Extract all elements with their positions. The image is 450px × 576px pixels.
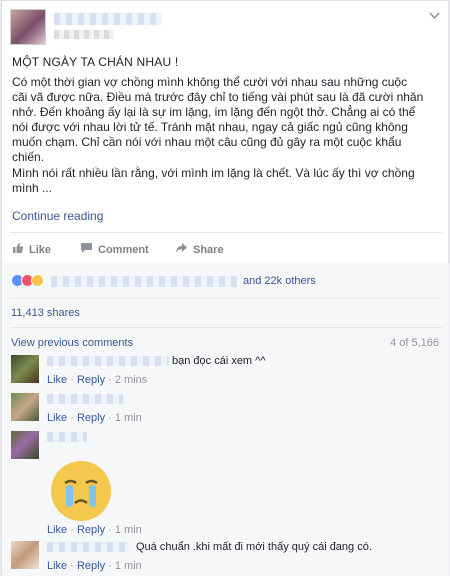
share-icon bbox=[175, 242, 193, 257]
view-previous-comments-link[interactable]: View previous comments bbox=[11, 337, 133, 349]
comment-meta: Like · Reply · 1 min bbox=[47, 524, 142, 536]
reactions-others-link[interactable]: and 22k others bbox=[243, 275, 316, 287]
post-body-line: Mình nói rất nhiều lần rằng, với mình im… bbox=[12, 165, 415, 180]
comment-meta: Like · Reply · 1 min bbox=[47, 412, 142, 424]
comment-item: Like · Reply · 1 min bbox=[11, 431, 441, 537]
post-title: MỘT NGÀY TA CHÁN NHAU ! bbox=[12, 55, 179, 69]
comment-reply-link[interactable]: Reply bbox=[77, 524, 105, 536]
post-timestamp-redacted bbox=[54, 30, 114, 39]
like-label: Like bbox=[29, 243, 52, 256]
post-header bbox=[10, 9, 442, 45]
continue-reading-link[interactable]: Continue reading bbox=[12, 209, 103, 223]
divider bbox=[10, 327, 442, 328]
post-body-line: mình ... bbox=[12, 180, 53, 195]
share-button[interactable]: Share bbox=[175, 242, 224, 257]
comment-item: Quá chuẩn .khi mất đi mới thấy quý cái đ… bbox=[11, 541, 441, 573]
commenter-name-redacted[interactable] bbox=[47, 542, 129, 552]
post-card: MỘT NGÀY TA CHÁN NHAU ! Có một thời gian… bbox=[1, 0, 449, 576]
like-button[interactable]: Like bbox=[12, 242, 51, 257]
share-label: Share bbox=[193, 243, 224, 256]
comment-reply-link[interactable]: Reply bbox=[77, 412, 105, 424]
comment-meta: Like · Reply · 1 min bbox=[47, 560, 142, 572]
commenter-name-redacted[interactable] bbox=[47, 356, 169, 366]
comment-time: 2 mins bbox=[114, 374, 148, 386]
comment-like-link[interactable]: Like bbox=[47, 524, 67, 536]
feedback-section: and 22k others 11,413 shares View previo… bbox=[3, 263, 449, 576]
comment-text: bạn đọc cái xem ^^ bbox=[172, 355, 266, 367]
comment-reply-link[interactable]: Reply bbox=[77, 374, 105, 386]
comment-button[interactable]: Comment bbox=[80, 242, 149, 257]
comment-like-link[interactable]: Like bbox=[47, 560, 67, 572]
action-bar: Like Comment Share bbox=[12, 242, 440, 256]
comment-meta: Like · Reply · 2 mins bbox=[47, 374, 148, 386]
comment-like-link[interactable]: Like bbox=[47, 412, 67, 424]
comment-time: 1 min bbox=[114, 560, 142, 572]
divider bbox=[10, 298, 442, 299]
comment-like-link[interactable]: Like bbox=[47, 374, 67, 386]
post-body-line: Có một thời gian vợ chồng mình không thể… bbox=[12, 75, 408, 89]
commenter-avatar[interactable] bbox=[11, 541, 39, 569]
comment-item: bạn đọc cái xem ^^ Like · Reply · 2 mins bbox=[11, 355, 441, 387]
author-name-redacted[interactable] bbox=[54, 13, 162, 25]
author-avatar[interactable] bbox=[10, 9, 46, 45]
comment-time: 1 min bbox=[114, 412, 142, 424]
post-body-line: nhở. Đến khoảng ấy lại là sự im lặng, im… bbox=[12, 105, 416, 120]
chevron-down-icon[interactable] bbox=[429, 11, 440, 23]
comment-time: 1 min bbox=[114, 524, 142, 536]
like-icon bbox=[12, 242, 29, 257]
post-body: Có một thời gian vợ chồng mình không thể… bbox=[12, 75, 440, 196]
commenter-avatar[interactable] bbox=[11, 355, 39, 383]
reactions-row[interactable]: and 22k others bbox=[11, 272, 441, 290]
commenter-name-redacted[interactable] bbox=[47, 394, 123, 404]
commenter-avatar[interactable] bbox=[11, 431, 39, 459]
shares-link[interactable]: 11,413 shares bbox=[11, 307, 80, 319]
post-body-line: muốn chạm. Chỉ cần nói với nhau một câu … bbox=[12, 135, 402, 150]
comment-label: Comment bbox=[98, 243, 149, 256]
sad-sticker-icon bbox=[51, 461, 111, 521]
post-body-line: chiến. bbox=[12, 150, 45, 165]
comment-reply-link[interactable]: Reply bbox=[77, 560, 105, 572]
comment-item: Like · Reply · 1 min bbox=[11, 393, 441, 425]
comment-icon bbox=[80, 242, 98, 257]
commenter-avatar[interactable] bbox=[11, 393, 39, 421]
divider bbox=[10, 232, 442, 233]
commenter-name-redacted[interactable] bbox=[47, 432, 87, 442]
sad-reaction-icon bbox=[31, 274, 44, 287]
post-body-line: cãi vã được nữa. Điều mà trước đây chỉ t… bbox=[12, 90, 424, 105]
reactor-names-redacted[interactable] bbox=[51, 276, 237, 287]
comment-text: Quá chuẩn .khi mất đi mới thấy quý cái đ… bbox=[136, 541, 372, 553]
comment-count: 4 of 5,166 bbox=[390, 337, 439, 349]
post-body-line: nói được với nhau lời tử tế. Tránh mặt n… bbox=[12, 120, 408, 135]
